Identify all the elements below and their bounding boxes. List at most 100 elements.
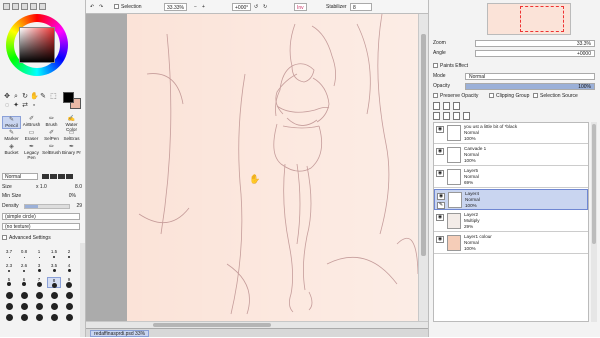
brush-size-preset[interactable]: 3.5	[47, 263, 61, 274]
nav-zoom-slider[interactable]: 33.3%	[475, 40, 595, 47]
layer-row[interactable]: ◉ Canvade 1 Normal 100%	[434, 145, 588, 166]
hand-icon[interactable]: ✋	[30, 93, 39, 101]
vertical-scroll-thumb[interactable]	[421, 34, 426, 256]
selection-checkbox[interactable]	[114, 4, 119, 10]
swap-colors-icon[interactable]: ⇄	[21, 102, 29, 110]
layer-row[interactable]: ◉ Layer5 Normal 69%	[434, 167, 588, 188]
brush-size-preset[interactable]	[17, 313, 31, 324]
tool-watercolor[interactable]: ✍ Water Color	[62, 116, 81, 132]
zoom-field[interactable]: 33.33%	[164, 3, 187, 11]
layer-scroll-thumb[interactable]	[592, 124, 596, 244]
clipping-group-checkbox[interactable]	[489, 93, 494, 99]
brush-size-preset[interactable]: 5	[2, 277, 16, 288]
brush-size-preset[interactable]: 4	[62, 263, 76, 274]
magic-wand-icon[interactable]: ✦	[12, 102, 20, 110]
brush-texture-select[interactable]: (no texture)	[2, 223, 80, 230]
rgb-slider-mode-icon[interactable]	[12, 3, 19, 10]
tool-eraser[interactable]: ▭ Eraser	[22, 130, 41, 143]
rotate-left-icon[interactable]: ↺	[254, 3, 258, 11]
tool-selpen[interactable]: ✐ SelPen	[42, 130, 61, 143]
canvas-horizontal-scrollbar[interactable]	[86, 321, 428, 328]
layer-row[interactable]: ◉ you ust a little bit of *black Normal 100…	[434, 123, 588, 144]
selection-toggle[interactable]: Selection	[114, 3, 142, 11]
document-tab[interactable]: redaffinasprdi.psd 33%	[90, 330, 150, 337]
saturation-value-square[interactable]	[19, 27, 55, 63]
brush-size-preset[interactable]	[47, 291, 61, 302]
min-size-value[interactable]: 0%	[69, 193, 76, 200]
tool-pencil[interactable]: ✎ Pencil	[2, 116, 21, 129]
new-folder-icon[interactable]	[453, 102, 460, 110]
swatches-mode-icon[interactable]	[30, 3, 37, 10]
brush-size-preset[interactable]: 7	[32, 277, 46, 288]
brush-size-preset[interactable]	[32, 291, 46, 302]
horizontal-scroll-thumb[interactable]	[153, 323, 271, 327]
tool-seleras[interactable]: ▭ SelEras	[62, 130, 81, 143]
brush-size-preset[interactable]: 0.8	[17, 249, 31, 260]
clear-layer-icon[interactable]	[453, 112, 460, 120]
brush-size-preset[interactable]	[32, 313, 46, 324]
brush-size-preset[interactable]	[17, 302, 31, 313]
brush-size-preset[interactable]: 3.7	[2, 249, 16, 260]
select-rect-icon[interactable]: ⬚	[49, 93, 57, 101]
brush-size-preset[interactable]	[2, 302, 16, 313]
layer-row[interactable]: ◉ Layer1 colour Normal 100%	[434, 233, 588, 254]
zoom-in-icon[interactable]: +	[202, 3, 205, 11]
hsv-slider-mode-icon[interactable]	[21, 3, 28, 10]
tool-selbrush[interactable]: ✏ SelBrush	[42, 144, 61, 157]
canvas-vertical-scrollbar[interactable]	[418, 14, 428, 321]
brush-size-preset[interactable]: 1	[32, 249, 46, 260]
visibility-eye-icon[interactable]: ◉	[436, 236, 444, 243]
brush-size-preset[interactable]: 2.6	[17, 263, 31, 274]
visibility-eye-icon[interactable]: ◉	[436, 214, 444, 221]
brush-size-preset[interactable]	[62, 302, 76, 313]
blend-mode-select[interactable]: Normal	[2, 173, 38, 180]
delete-layer-icon[interactable]	[463, 112, 470, 120]
visibility-eye-icon[interactable]: ◉	[437, 193, 445, 200]
transparent-color-icon[interactable]: ▫	[30, 102, 38, 110]
paints-effect-toggle[interactable]	[433, 63, 438, 69]
layer-row[interactable]: ◉ ✎ Layer4 Normal 100%	[434, 189, 588, 210]
brush-size-preset[interactable]: 2.3	[2, 263, 16, 274]
rotate-right-icon[interactable]: ↻	[263, 3, 267, 11]
tool-airbrush[interactable]: ✐ AirBrush	[22, 116, 41, 129]
preserve-opacity-checkbox[interactable]	[433, 93, 438, 99]
nav-angle-slider[interactable]: +0000	[475, 50, 595, 57]
layer-mode-select[interactable]: Normal	[465, 73, 595, 80]
new-layer-icon[interactable]	[433, 102, 440, 110]
brush-edge-shapes[interactable]	[42, 174, 74, 182]
layer-row[interactable]: ◉ Layer2 Multiply 29%	[434, 211, 588, 232]
move-icon[interactable]: ✥	[3, 93, 11, 101]
active-brush-icon[interactable]: ✎	[437, 202, 445, 209]
brush-size-preset[interactable]	[47, 302, 61, 313]
brush-size-preset[interactable]	[62, 291, 76, 302]
size-value[interactable]: 8.0	[75, 184, 82, 191]
canvas-paper[interactable]: ✋	[127, 14, 418, 321]
brush-size-preset[interactable]: 6	[17, 277, 31, 288]
rotation-field[interactable]: +000°	[232, 3, 252, 11]
brush-size-preset[interactable]: 8	[47, 277, 61, 288]
brush-size-preset[interactable]: 2	[62, 249, 76, 260]
visibility-eye-icon[interactable]: ◉	[436, 170, 444, 177]
lasso-icon[interactable]: ◌	[3, 102, 11, 110]
brush-size-preset[interactable]	[2, 313, 16, 324]
eyedropper-icon[interactable]: ✎	[39, 93, 47, 101]
brush-size-preset[interactable]: 9	[62, 277, 76, 288]
invert-toggle[interactable]: Inv	[294, 3, 307, 11]
navigator-preview[interactable]	[487, 3, 571, 35]
new-linework-layer-icon[interactable]	[443, 102, 450, 110]
brush-shape-select[interactable]: (simple circle)	[2, 213, 80, 220]
left-panel-scrollbar[interactable]	[80, 243, 85, 337]
brush-size-preset[interactable]	[62, 313, 76, 324]
brush-size-preset[interactable]: 1.5	[47, 249, 61, 260]
transfer-down-icon[interactable]	[433, 112, 440, 120]
navigator-viewport[interactable]	[520, 6, 564, 32]
visibility-eye-icon[interactable]: ◉	[436, 148, 444, 155]
tool-brush[interactable]: ✏ Brush	[42, 116, 61, 129]
zoom-out-icon[interactable]: −	[194, 3, 197, 11]
foreground-color-swatch[interactable]	[63, 92, 74, 103]
zoom-icon[interactable]: ⌕	[12, 93, 20, 101]
color-wheel-mode-icon[interactable]	[3, 3, 10, 10]
advanced-settings-row[interactable]: Advanced Settings	[2, 235, 84, 242]
scratchpad-mode-icon[interactable]	[39, 3, 46, 10]
brush-size-preset[interactable]	[17, 291, 31, 302]
